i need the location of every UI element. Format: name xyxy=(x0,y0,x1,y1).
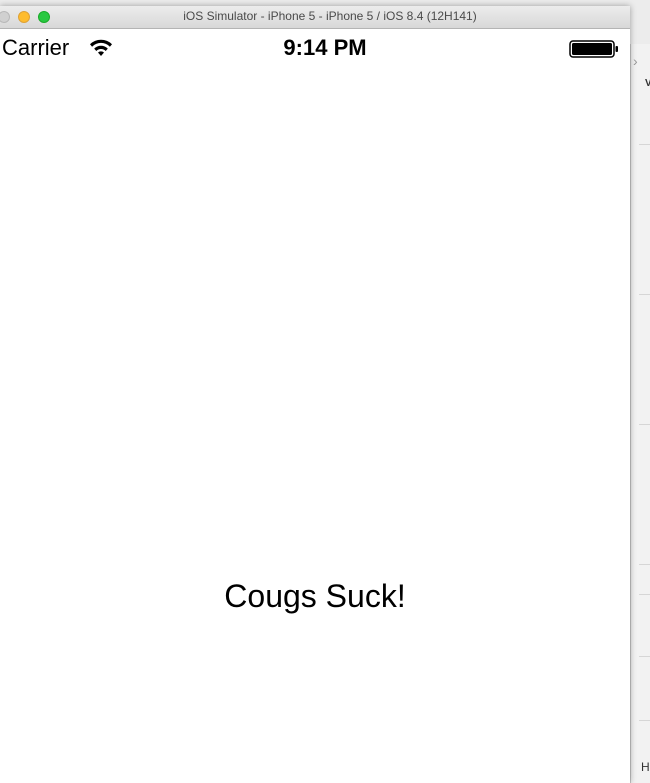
background-app-pane: › V H xyxy=(630,44,650,783)
background-header-letter: V xyxy=(645,78,650,89)
divider xyxy=(639,144,650,145)
window-title: iOS Simulator - iPhone 5 - iPhone 5 / iO… xyxy=(183,9,477,23)
divider xyxy=(639,424,650,425)
main-label: Cougs Suck! xyxy=(224,578,406,614)
divider xyxy=(639,294,650,295)
divider xyxy=(639,564,650,565)
battery-icon xyxy=(569,40,618,58)
chevron-right-icon[interactable]: › xyxy=(633,52,647,70)
ios-screen[interactable]: Carrier 9:14 PM Cougs Suck! xyxy=(0,29,630,783)
divider xyxy=(639,656,650,657)
divider xyxy=(639,720,650,721)
background-footer-letter: H xyxy=(641,760,650,774)
simulator-window: iOS Simulator - iPhone 5 - iPhone 5 / iO… xyxy=(0,6,630,783)
window-titlebar[interactable]: iOS Simulator - iPhone 5 - iPhone 5 / iO… xyxy=(0,6,630,29)
divider xyxy=(639,594,650,595)
status-bar: Carrier 9:14 PM xyxy=(0,29,630,69)
status-time: 9:14 PM xyxy=(283,35,367,60)
